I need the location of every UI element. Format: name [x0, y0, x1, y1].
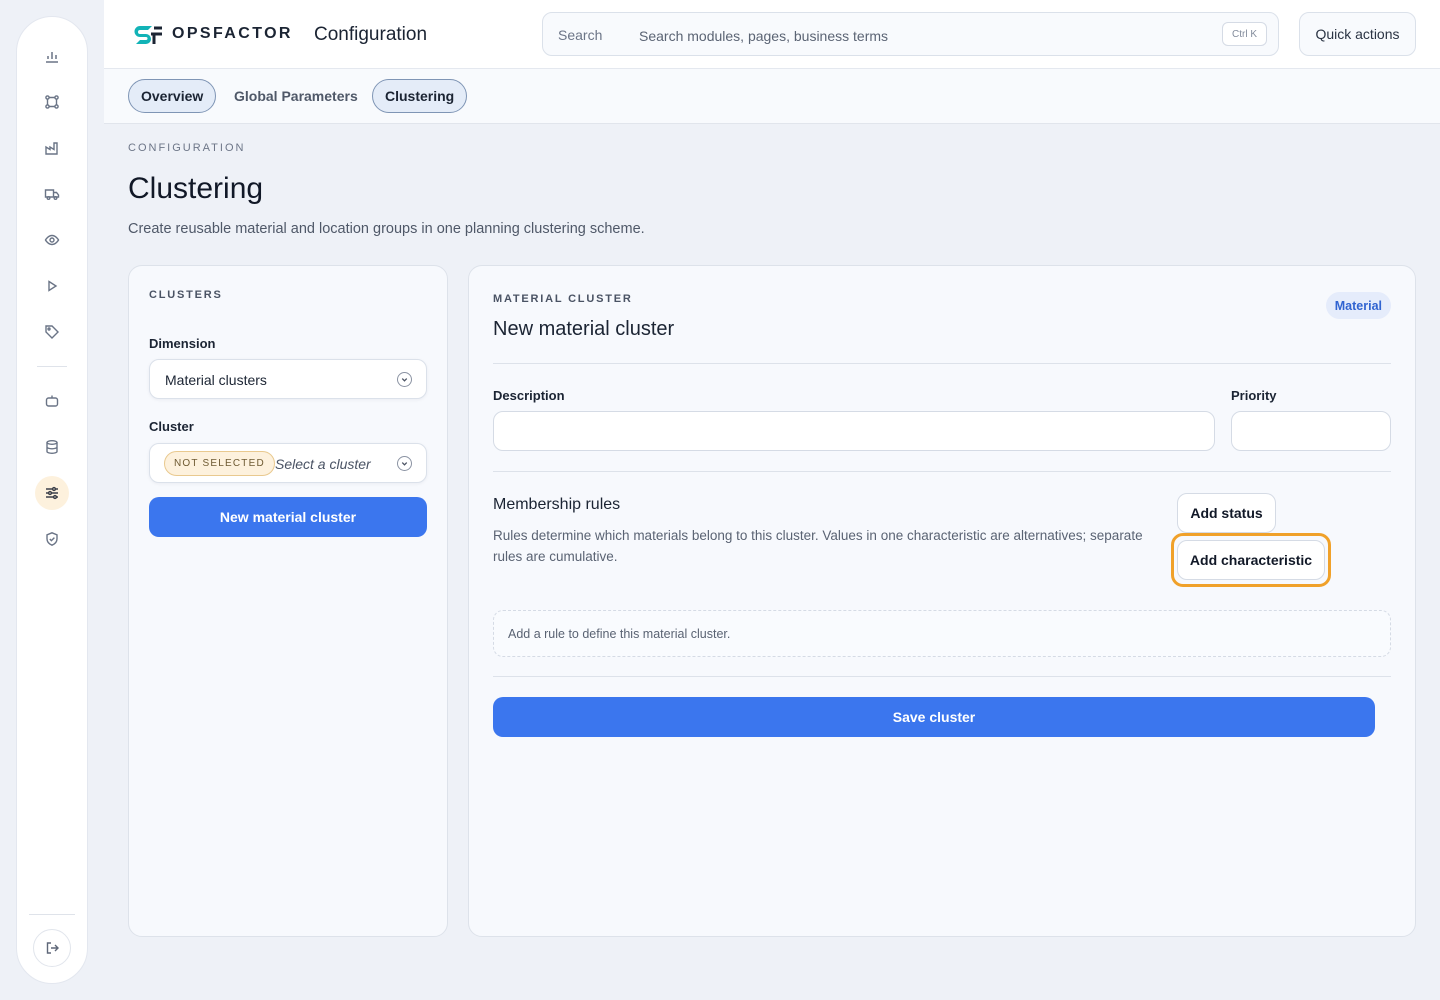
sidebar-divider-bottom: [29, 914, 75, 915]
status-badge: NOT SELECTED: [164, 451, 275, 476]
search-input[interactable]: Search Search modules, pages, business t…: [542, 12, 1279, 56]
clusters-panel: CLUSTERS Dimension Material clusters Clu…: [128, 265, 448, 937]
clusters-heading: CLUSTERS: [149, 289, 223, 301]
play-icon[interactable]: [35, 269, 69, 303]
cluster-placeholder: Select a cluster: [275, 456, 371, 472]
chevron-down-icon: [397, 456, 412, 471]
description-field[interactable]: [493, 411, 1215, 451]
sliders-icon[interactable]: [35, 476, 69, 510]
divider: [493, 363, 1391, 364]
cluster-select[interactable]: NOT SELECTED Select a cluster: [149, 443, 427, 483]
cluster-label: Cluster: [149, 419, 194, 434]
new-material-cluster-button[interactable]: New material cluster: [149, 497, 427, 537]
divider: [493, 471, 1391, 472]
dimension-select[interactable]: Material clusters: [149, 359, 427, 399]
save-cluster-button[interactable]: Save cluster: [493, 697, 1375, 737]
database-icon[interactable]: [35, 430, 69, 464]
membership-rules-description: Rules determine which materials belong t…: [493, 528, 1143, 564]
search-placeholder: Search modules, pages, business terms: [639, 28, 889, 44]
keyboard-shortcut-badge: Ctrl K: [1222, 22, 1267, 46]
logo-text: OPSFACTOR: [172, 25, 293, 42]
tab-global-parameters[interactable]: Global Parameters: [222, 79, 370, 113]
shield-check-icon[interactable]: [35, 522, 69, 556]
cluster-title: New material cluster: [493, 318, 675, 340]
opsfactor-logo-icon: [134, 26, 162, 44]
header-title: Configuration: [314, 24, 428, 45]
description-label: Description: [493, 388, 565, 403]
divider: [493, 676, 1391, 677]
sidebar: [16, 16, 88, 984]
tag-icon[interactable]: [35, 315, 69, 349]
logout-button[interactable]: [33, 929, 71, 967]
quick-actions-button[interactable]: Quick actions: [1299, 12, 1416, 56]
dimension-value: Material clusters: [165, 372, 267, 388]
add-status-button[interactable]: Add status: [1177, 493, 1276, 533]
empty-state-text: Add a rule to define this material clust…: [508, 627, 731, 641]
dimension-badge: Material: [1325, 292, 1391, 319]
network-nodes-icon[interactable]: [35, 85, 69, 119]
tab-overview[interactable]: Overview: [128, 79, 217, 113]
top-header: OPSFACTOR Configuration Search Search mo…: [104, 0, 1440, 69]
rules-empty-state: Add a rule to define this material clust…: [493, 610, 1391, 657]
dimension-label: Dimension: [149, 336, 216, 351]
page-title: Clustering: [128, 172, 264, 205]
truck-icon[interactable]: [35, 177, 69, 211]
priority-field[interactable]: [1231, 411, 1391, 451]
logout-icon: [44, 940, 60, 956]
breadcrumb: CONFIGURATION: [128, 142, 246, 154]
priority-label: Priority: [1231, 388, 1277, 403]
sidebar-divider: [37, 366, 67, 367]
add-characteristic-button[interactable]: Add characteristic: [1177, 540, 1325, 580]
page-subtitle: Create reusable material and location gr…: [128, 221, 645, 237]
bar-chart-icon[interactable]: [35, 39, 69, 73]
search-label: Search: [558, 27, 603, 43]
logo[interactable]: OPSFACTOR: [134, 22, 293, 46]
detail-eyebrow: MATERIAL CLUSTER: [493, 293, 633, 305]
tab-clustering[interactable]: Clustering: [372, 79, 468, 113]
robot-icon[interactable]: [35, 384, 69, 418]
membership-rules-title: Membership rules: [493, 496, 621, 513]
chevron-down-icon: [397, 372, 412, 387]
cluster-detail-panel: MATERIAL CLUSTER Material New material c…: [468, 265, 1416, 937]
tab-bar: Overview Global Parameters Clustering: [104, 69, 1440, 124]
factory-icon[interactable]: [35, 131, 69, 165]
eye-icon[interactable]: [35, 223, 69, 257]
